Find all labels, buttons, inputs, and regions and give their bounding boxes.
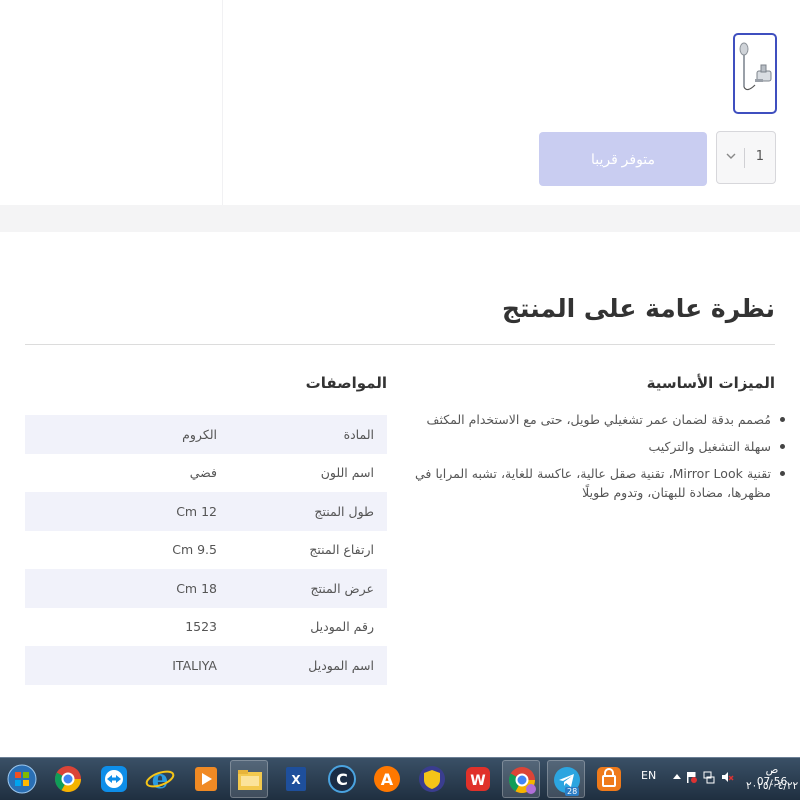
spec-label: اسم اللون [320, 465, 374, 481]
coming-soon-button[interactable]: متوفر قريبا [539, 132, 707, 186]
spec-label: رقم الموديل [310, 619, 374, 635]
volume-muted-icon[interactable] [720, 770, 734, 784]
vpn-icon[interactable] [413, 760, 451, 798]
cashier-icon[interactable] [590, 760, 628, 798]
spec-row: 9.5 Cm ارتفاع المنتج [25, 531, 387, 570]
product-top-area: 1 متوفر قريبا [0, 0, 800, 205]
quantity-value: 1 [755, 149, 764, 164]
overview-title: نظرة عامة على المنتج [502, 294, 775, 323]
spec-label: ارتفاع المنتج [309, 542, 374, 558]
gallery-divider [222, 0, 223, 205]
wps-icon[interactable]: W [459, 760, 497, 798]
spec-value: فضي [189, 465, 217, 481]
spec-value: 1523 [185, 619, 217, 635]
spec-label: اسم الموديل [308, 657, 374, 673]
spec-label: عرض المنتج [310, 580, 374, 596]
product-thumbnail[interactable] [733, 33, 777, 114]
spec-row: 18 Cm عرض المنتج [25, 569, 387, 608]
language-indicator[interactable]: EN [641, 769, 656, 782]
chrome-icon[interactable] [49, 760, 87, 798]
file-explorer-icon[interactable] [230, 760, 268, 798]
spec-label: طول المنتج [314, 503, 374, 519]
spec-row: الكروم المادة [25, 415, 387, 454]
clock-date[interactable]: ٢٠٢٥/٠٤/٢٢ [746, 780, 798, 792]
spec-row: 1523 رقم الموديل [25, 608, 387, 647]
svg-text:W: W [470, 773, 485, 789]
network-icon[interactable] [702, 770, 716, 784]
shower-faucet-image [739, 42, 772, 91]
svg-text:e: e [152, 765, 169, 795]
avast-icon[interactable]: A [368, 760, 406, 798]
start-orb[interactable] [3, 760, 41, 798]
spec-value: ITALIYA [172, 657, 217, 673]
spec-row: ITALIYA اسم الموديل [25, 646, 387, 685]
tray-expand-icon[interactable] [670, 770, 684, 784]
telegram-badge: 28 [565, 787, 580, 796]
teamviewer-icon[interactable] [95, 760, 133, 798]
specs-table: الكروم المادة فضي اسم اللون 12 Cm طول ال… [25, 415, 387, 685]
overview-divider [25, 344, 775, 345]
chrome-profile-icon[interactable] [502, 760, 540, 798]
excel-icon[interactable]: X [277, 760, 315, 798]
svg-text:A: A [381, 770, 394, 789]
ie-icon[interactable]: e [141, 760, 179, 798]
feature-item: سهلة التشغيل والتركيب [415, 437, 790, 456]
ccleaner-icon[interactable]: C [323, 760, 361, 798]
specs-title: المواصفات [305, 374, 387, 392]
svg-text:X: X [291, 773, 301, 787]
features-title: الميزات الأساسية [646, 374, 775, 392]
quantity-separator [744, 148, 745, 168]
features-list: مُصمم بدقة لضمان عمر تشغيلي طويل، حتى مع… [415, 410, 790, 510]
spec-label: المادة [343, 426, 374, 442]
spec-value: الكروم [182, 426, 217, 442]
chevron-down-icon [726, 153, 736, 159]
spec-value: 12 Cm [176, 503, 217, 519]
section-band [0, 205, 800, 232]
spec-value: 9.5 Cm [172, 542, 217, 558]
media-player-icon[interactable] [187, 760, 225, 798]
spec-value: 18 Cm [176, 580, 217, 596]
tray-flag-icon[interactable] [684, 770, 698, 784]
svg-text:C: C [336, 770, 348, 789]
spec-row: 12 Cm طول المنتج [25, 492, 387, 531]
spec-row: فضي اسم اللون [25, 454, 387, 493]
feature-item: مُصمم بدقة لضمان عمر تشغيلي طويل، حتى مع… [415, 410, 790, 429]
quantity-select[interactable]: 1 [716, 131, 776, 184]
feature-item: تقنية Mirror Look، تقنية صقل عالية، عاكس… [415, 464, 790, 502]
